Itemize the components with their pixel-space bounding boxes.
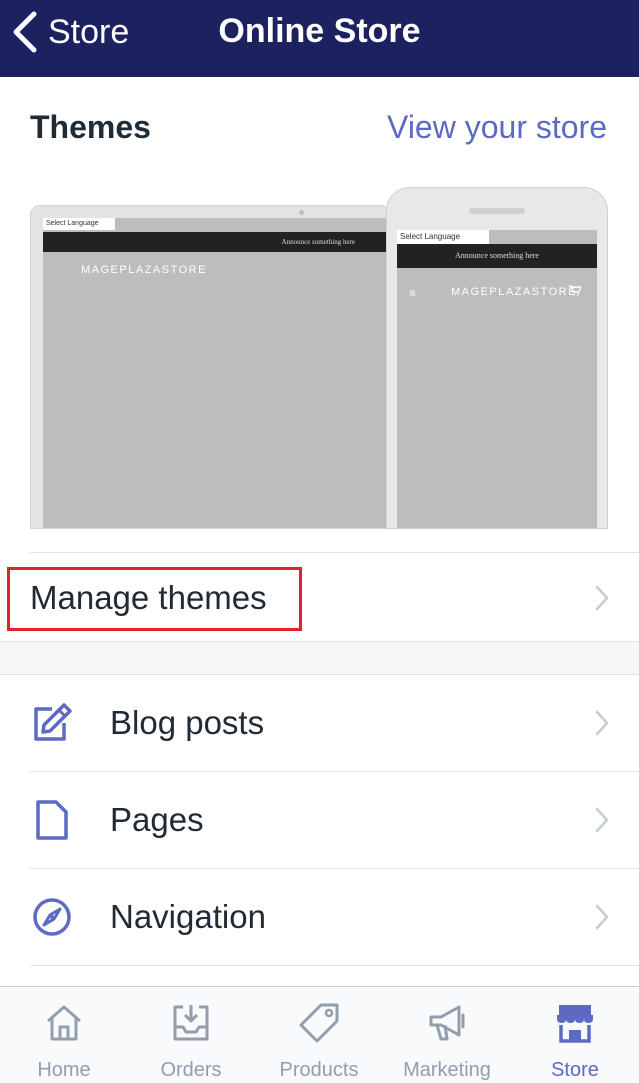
list-item-blog-posts[interactable]: Blog posts [0, 675, 639, 772]
announcement-bar: Announce something here [43, 232, 389, 252]
tab-label: Orders [160, 1059, 222, 1081]
store-icon [557, 1005, 593, 1043]
tab-label: Marketing [403, 1059, 491, 1081]
tab-orders[interactable]: Orders [127, 987, 255, 1083]
page-title: Online Store [0, 12, 639, 51]
cart-icon [569, 285, 583, 299]
hamburger-icon: ≡ [409, 286, 417, 300]
list-item-label: Blog posts [110, 704, 265, 741]
laptop-screen: Select Language Announce something here … [43, 218, 389, 528]
phone-speaker [469, 208, 525, 214]
store-logo: MAGEPLAZASTORE [451, 286, 577, 298]
camera-dot [299, 210, 304, 215]
chevron-right-icon [595, 710, 609, 736]
tab-home[interactable]: Home [0, 987, 128, 1083]
tab-label: Home [37, 1059, 91, 1081]
theme-preview[interactable]: Select Language Announce something here … [30, 187, 608, 529]
tab-bar: Home Orders Products Marketing Store [0, 986, 639, 1083]
announcement-bar: Announce something here [397, 244, 597, 268]
highlight-box [7, 567, 302, 631]
laptop-preview: Select Language Announce something here … [30, 205, 390, 529]
megaphone-icon [429, 1005, 465, 1041]
view-store-link[interactable]: View your store [387, 109, 607, 146]
tab-products[interactable]: Products [255, 987, 383, 1083]
compass-icon [33, 898, 71, 936]
select-language-widget: Select Language [43, 218, 115, 230]
store-logo: MAGEPLAZASTORE [81, 264, 207, 276]
tag-icon [299, 1003, 339, 1043]
tab-marketing[interactable]: Marketing [383, 987, 511, 1083]
phone-preview: Select Language Announce something here … [386, 187, 608, 529]
tab-label: Products [279, 1059, 359, 1081]
phone-screen: Select Language Announce something here … [397, 230, 597, 528]
list-item-label: Navigation [110, 898, 266, 935]
manage-themes-row[interactable]: Manage themes [0, 553, 639, 641]
tab-store[interactable]: Store [511, 987, 639, 1083]
orders-icon [173, 1005, 209, 1041]
page-title-text: Online Store [218, 12, 421, 50]
themes-card: Themes View your store Select Language A… [0, 77, 639, 642]
select-language-widget: Select Language [397, 230, 489, 244]
chevron-right-icon [595, 807, 609, 833]
edit-icon [34, 703, 72, 741]
home-icon [47, 1005, 81, 1041]
list-item-navigation[interactable]: Navigation [0, 869, 639, 966]
tab-label: Store [551, 1059, 599, 1081]
chevron-right-icon [595, 904, 609, 930]
page-icon [36, 800, 68, 840]
nav-bar: Store Online Store [0, 0, 639, 77]
store-menu-list: Blog posts Pages Navigation [0, 674, 639, 986]
list-item-pages[interactable]: Pages [0, 772, 639, 869]
list-item-label: Pages [110, 801, 204, 838]
row-divider [30, 965, 639, 966]
themes-heading: Themes [30, 109, 151, 145]
chevron-right-icon [595, 585, 609, 611]
